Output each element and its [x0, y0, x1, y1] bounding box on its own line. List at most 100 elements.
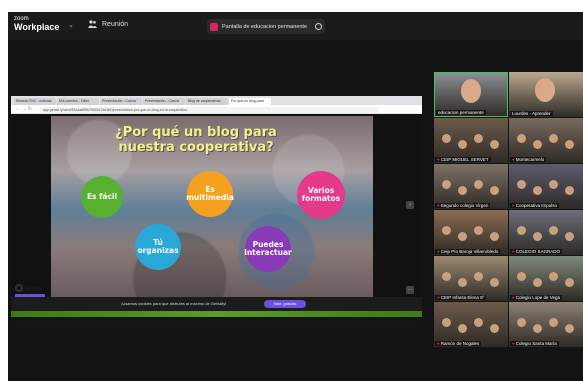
participant-name-text: Colegio Santa María [515, 341, 557, 346]
zoom-window: zoom Workplace ⌄ Reunión Pantalla de edu… [8, 12, 583, 381]
share-icon [210, 22, 218, 31]
classroom-student [549, 134, 558, 143]
participant-name: ● Montecarmelo [510, 157, 547, 162]
browser-tab[interactable]: Blog de cooperativas [186, 98, 228, 105]
participant-name: ● Segundo colegio Virgen [435, 203, 491, 208]
classroom-student [565, 186, 574, 195]
nav-arrows-icon[interactable]: ← → ↻ [15, 106, 32, 112]
classroom-student [474, 318, 483, 327]
presentation-slide: ¿Por qué un blog para nuestra cooperativ… [51, 116, 373, 297]
participant-tile[interactable]: Lourdes - Aprender [509, 72, 583, 117]
participant-name: ● CEIP MIGUEL SERVET [435, 157, 491, 162]
browser-tab[interactable]: Revista CNC - culturas [14, 98, 56, 105]
mic-muted-icon: ● [437, 157, 440, 162]
participant-tile[interactable]: ● CEIP MIGUEL SERVET [434, 118, 508, 163]
participant-name: ● CEIP Infanta Elena 5º [435, 295, 487, 300]
participant-name-text: educacion permanente [438, 110, 484, 115]
participant-tile[interactable]: ● Ramón de Nogales [434, 302, 508, 347]
share-indicator[interactable]: Pantalla de educacion permanente [207, 19, 325, 34]
bubble-organize[interactable]: Tú organizas [135, 224, 181, 270]
next-slide-button[interactable]: › [406, 201, 414, 209]
participant-name-text: COLEGIO SAGRADO [515, 249, 560, 254]
classroom-student [458, 324, 467, 333]
options-icon[interactable] [315, 23, 322, 30]
classroom-student [565, 278, 574, 287]
logo-big: Workplace [14, 22, 60, 32]
participant-name-text: Montecarmelo [515, 157, 545, 162]
classroom-student [549, 226, 558, 235]
participant-name: Lourdes - Aprender [510, 111, 553, 116]
classroom-student [533, 140, 542, 149]
classroom-student [517, 226, 526, 235]
share-indicator-text: Pantalla de educacion permanente [222, 23, 308, 30]
mic-muted-icon: ● [512, 157, 515, 162]
participant-tile[interactable]: ● Colegio Lope de Vega [509, 256, 583, 301]
address-bar: ← → ↻ app.genial.ly/view/63a4a89ffb76500… [11, 105, 422, 114]
mic-muted-icon: ● [437, 341, 440, 346]
participant-name-text: Cooperativa Impulso [515, 203, 557, 208]
cookie-text: ¡Usamos cookies para que disfrutes al má… [121, 301, 227, 306]
browser-tab-active[interactable]: Por qué un blog para [229, 98, 271, 105]
people-icon [88, 20, 97, 28]
classroom-student [474, 226, 483, 235]
participant-face [535, 78, 555, 102]
participant-tile[interactable]: ● Montecarmelo [509, 118, 583, 163]
chevron-down-icon[interactable]: ⌄ [68, 21, 74, 29]
participant-name: ● Ramón de Nogales [435, 341, 482, 346]
participant-name: ● Colegio Lope de Vega [510, 295, 563, 300]
browser-tab[interactable]: Presentación - Canva [100, 98, 142, 105]
participant-tile[interactable]: ● Ceip Pío Baroja Villarrobledo [434, 210, 508, 255]
participant-tile[interactable]: ● Colegio Santa María [509, 302, 583, 347]
browser-tab[interactable]: Presentación - Canva [143, 98, 185, 105]
classroom-student [533, 186, 542, 195]
genially-logo: genially [15, 284, 42, 292]
mic-muted-icon: ● [437, 249, 440, 254]
classroom-student [442, 180, 451, 189]
bottom-strip [11, 317, 422, 328]
mic-muted-icon: ● [512, 295, 515, 300]
cookie-accept-button[interactable]: Vale, gracias [264, 300, 306, 308]
mic-muted-icon: ● [512, 341, 515, 346]
classroom-student [565, 140, 574, 149]
participant-tile[interactable]: educacion permanente [434, 72, 508, 117]
participant-name-text: Segundo colegio Virgen [440, 203, 489, 208]
participant-tile[interactable]: ● CEIP Infanta Elena 5º [434, 256, 508, 301]
participant-name: ● COLEGIO SAGRADO [510, 249, 562, 254]
browser-tabs: Revista CNC - culturas Mis cuentos - Tal… [11, 96, 422, 105]
classroom-student [549, 318, 558, 327]
cookie-banner: ¡Usamos cookies para que disfrutes al má… [11, 297, 422, 311]
classroom-student [517, 318, 526, 327]
participant-gallery: educacion permanente Lourdes - Aprender ● C… [434, 72, 583, 347]
classroom-student [490, 186, 499, 195]
participant-tile[interactable]: ● Segundo colegio Virgen [434, 164, 508, 209]
meeting-label: Reunión [102, 20, 129, 28]
bubble-easy[interactable]: Es fácil [81, 176, 123, 218]
classroom-student [442, 272, 451, 281]
mic-muted-icon: ● [437, 203, 440, 208]
slide-title: ¿Por qué un blog para nuestra cooperativ… [115, 125, 277, 155]
classroom-student [458, 232, 467, 241]
classroom-student [517, 134, 526, 143]
bubble-formats[interactable]: Varios formatos [297, 171, 345, 219]
participant-name-text: Ramón de Nogales [440, 341, 480, 346]
participant-tile[interactable]: ● COLEGIO SAGRADO [509, 210, 583, 255]
participant-tile[interactable]: ● Cooperativa Impulso [509, 164, 583, 209]
classroom-student [517, 272, 526, 281]
more-options-button[interactable]: ⋯ [406, 286, 414, 294]
classroom-student [490, 232, 499, 241]
genially-icon [15, 284, 23, 292]
mic-muted-icon: ● [512, 203, 515, 208]
page-content: ¿Por qué un blog para nuestra cooperativ… [11, 114, 422, 328]
classroom-student [549, 272, 558, 281]
bubble-multimedia[interactable]: Es multimedia [186, 171, 234, 217]
classroom-student [549, 180, 558, 189]
classroom-student [533, 324, 542, 333]
meeting-button[interactable]: Reunión [88, 20, 128, 28]
classroom-student [490, 278, 499, 287]
url-field[interactable]: app.genial.ly/view/63a4a89ffb7650012ae5b… [39, 106, 379, 113]
classroom-student [565, 324, 574, 333]
classroom-student [442, 318, 451, 327]
classroom-student [474, 180, 483, 189]
bubble-interact[interactable]: Puedes interactuar [244, 226, 292, 272]
browser-tab[interactable]: Mis cuentos - Taller [57, 98, 99, 105]
